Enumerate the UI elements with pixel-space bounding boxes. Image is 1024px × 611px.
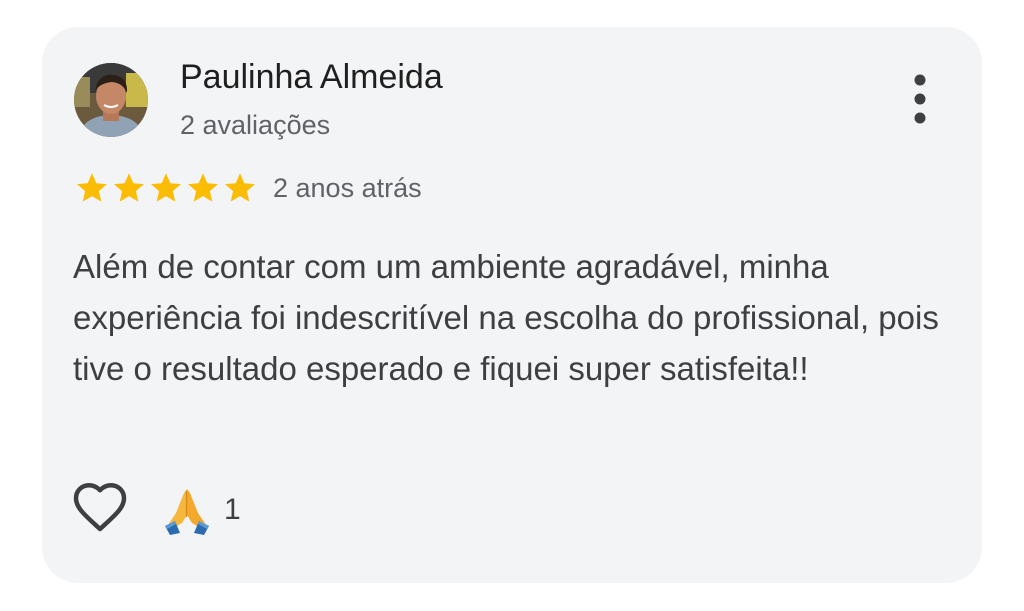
reaction-chip[interactable]: 1	[162, 485, 241, 535]
author-name[interactable]: Paulinha Almeida	[180, 55, 443, 99]
star-icon	[225, 173, 255, 202]
like-button[interactable]	[72, 482, 128, 534]
star-icon	[77, 173, 107, 202]
star-icon	[151, 173, 181, 202]
star-rating	[74, 170, 259, 206]
folded-hands-emoji-icon	[165, 489, 209, 535]
author-review-count: 2 avaliações	[180, 110, 331, 140]
star-icon	[188, 173, 218, 202]
reaction-count: 1	[224, 493, 241, 526]
review-time: 2 anos atrás	[273, 173, 422, 203]
avatar[interactable]	[74, 63, 148, 137]
review-text: Além de contar com um ambiente agradável…	[73, 248, 939, 387]
more-vertical-icon	[914, 74, 926, 124]
more-options-button[interactable]	[900, 71, 940, 127]
review-card: Paulinha Almeida 2 avaliações 2 anos atr…	[42, 27, 982, 583]
star-icon	[114, 173, 144, 202]
heart-outline-icon	[73, 482, 127, 532]
